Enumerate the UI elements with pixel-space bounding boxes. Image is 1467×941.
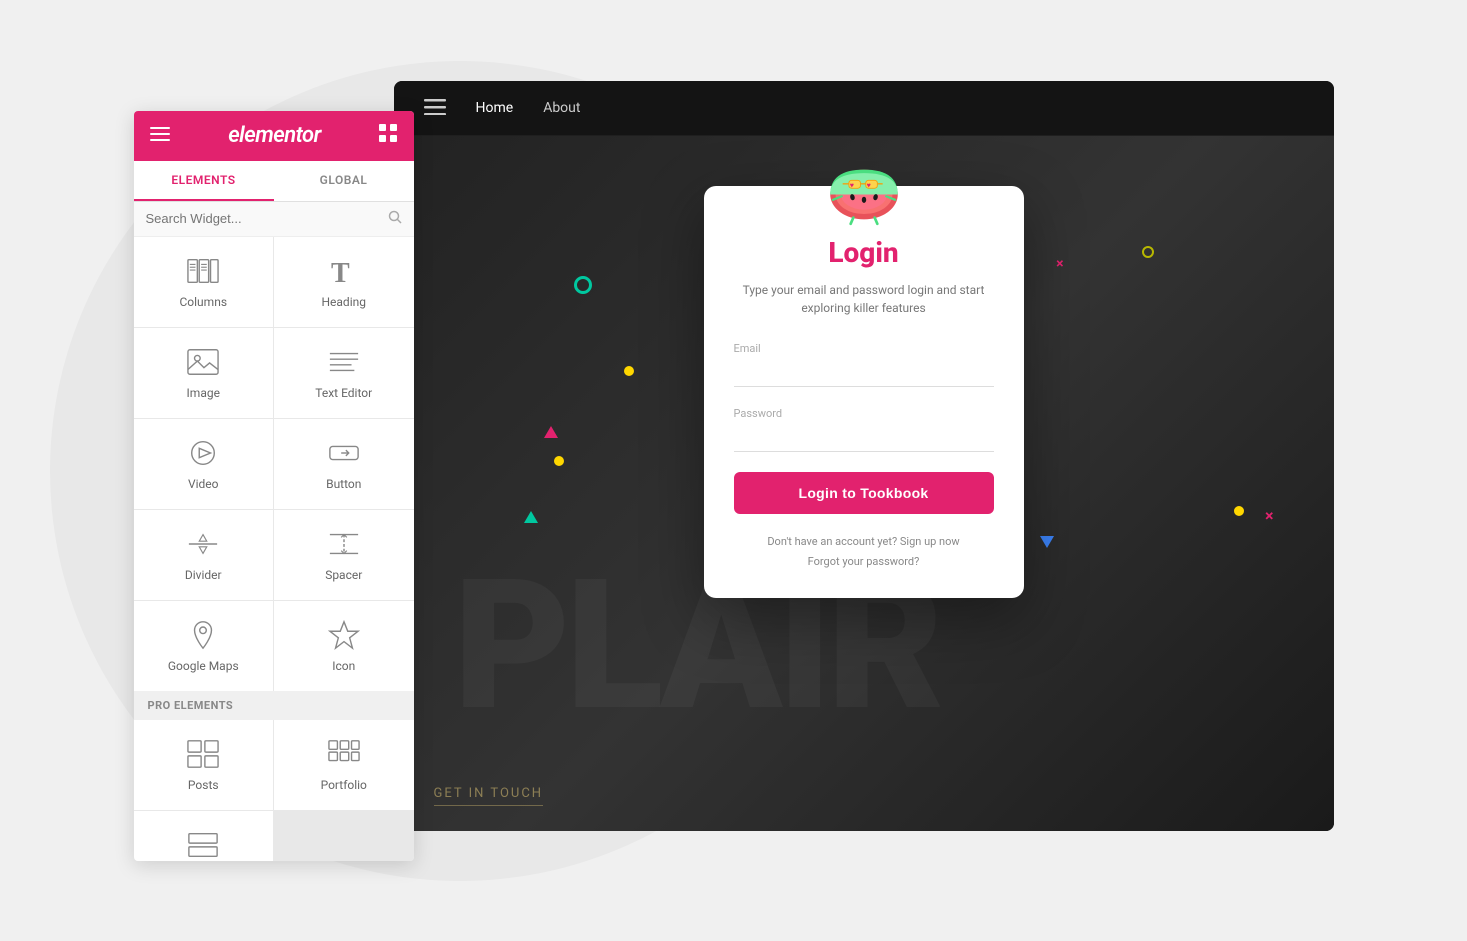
svg-text:T: T <box>331 258 350 287</box>
deco-triangle-blue <box>1040 536 1054 548</box>
get-in-touch: GET IN TOUCH <box>434 786 544 806</box>
widget-icon[interactable]: Icon <box>274 601 414 691</box>
widget-portfolio-label: Portfolio <box>321 778 367 792</box>
widget-button[interactable]: Button <box>274 419 414 509</box>
widget-heading[interactable]: T Heading <box>274 237 414 327</box>
login-button[interactable]: Login to Tookbook <box>734 472 994 514</box>
sidebar-header: elementor <box>134 111 414 161</box>
widget-divider[interactable]: Divider <box>134 510 274 600</box>
navbar-menu-icon[interactable] <box>424 96 446 120</box>
forgot-link[interactable]: Forgot your password? <box>734 552 994 573</box>
button-icon <box>328 437 360 469</box>
login-title: Login <box>734 236 994 269</box>
widget-spacer[interactable]: Spacer <box>274 510 414 600</box>
login-links: Don't have an account yet? Sign up now F… <box>734 532 994 574</box>
pro-elements-label: PRO ELEMENTS <box>134 691 414 720</box>
widget-form[interactable]: Form <box>134 811 274 861</box>
widget-button-label: Button <box>326 477 361 491</box>
grid-icon[interactable] <box>379 124 397 147</box>
widget-google-maps[interactable]: Google Maps <box>134 601 274 691</box>
hero-area: × × × × PLAIR <box>394 136 1334 831</box>
email-input[interactable] <box>734 359 994 387</box>
elementor-sidebar: elementor ELEMENTS GLOBAL <box>134 111 414 861</box>
email-label: Email <box>734 342 994 355</box>
deco-yellow-right <box>1234 506 1244 516</box>
widget-google-maps-label: Google Maps <box>168 659 239 673</box>
widget-image[interactable]: Image <box>134 328 274 418</box>
widget-posts[interactable]: Posts <box>134 720 274 810</box>
widget-text-editor[interactable]: Text Editor <box>274 328 414 418</box>
heading-icon: T <box>328 255 360 287</box>
deco-x-top-right: × <box>1056 256 1063 272</box>
widget-posts-label: Posts <box>188 778 219 792</box>
password-label: Password <box>734 407 994 420</box>
email-field-container: Email <box>734 342 994 387</box>
widget-portfolio[interactable]: Portfolio <box>274 720 414 810</box>
widget-heading-label: Heading <box>321 295 366 309</box>
navbar-links: Home About <box>476 100 581 116</box>
widget-divider-label: Divider <box>185 568 222 582</box>
login-mascot: ♥ ♥ <box>824 161 904 221</box>
widget-icon-label: Icon <box>332 659 355 673</box>
deco-triangle-teal <box>524 511 538 523</box>
website-navbar: Home About <box>394 81 1334 136</box>
navbar-about[interactable]: About <box>543 100 580 116</box>
deco-circle-olive2 <box>1142 246 1154 258</box>
deco-triangle-pink <box>544 426 558 438</box>
menu-icon[interactable] <box>150 125 170 146</box>
svg-text:♥: ♥ <box>849 180 853 189</box>
website-preview: Home About × × × × PLAIR <box>394 81 1334 831</box>
widget-image-label: Image <box>187 386 220 400</box>
password-input[interactable] <box>734 424 994 452</box>
password-field-container: Password <box>734 407 994 452</box>
deco-dot-yellow2 <box>554 456 564 466</box>
deco-x-pink-right: × <box>1265 506 1274 525</box>
form-icon <box>187 829 219 861</box>
tab-elements[interactable]: ELEMENTS <box>134 161 274 201</box>
elementor-logo: elementor <box>228 123 321 148</box>
icon-widget-icon <box>328 619 360 651</box>
login-card: ♥ ♥ Login Type your email and password l… <box>704 186 1024 599</box>
video-icon <box>187 437 219 469</box>
divider-icon <box>187 528 219 560</box>
svg-text:♥: ♥ <box>866 180 870 189</box>
widgets-grid: Columns T Heading <box>134 237 414 691</box>
main-container: elementor ELEMENTS GLOBAL <box>134 81 1334 861</box>
widget-video[interactable]: Video <box>134 419 274 509</box>
deco-circle-teal <box>574 276 592 294</box>
pro-widgets-grid: Posts Portfolio <box>134 720 414 861</box>
google-maps-icon <box>187 619 219 651</box>
portfolio-icon <box>328 738 360 770</box>
widget-columns-label: Columns <box>179 295 227 309</box>
columns-icon <box>187 255 219 287</box>
search-input[interactable] <box>146 211 388 226</box>
search-container <box>134 202 414 237</box>
deco-dot-yellow <box>624 366 634 376</box>
widget-text-editor-label: Text Editor <box>315 386 372 400</box>
login-subtitle: Type your email and password login and s… <box>734 281 994 317</box>
widget-video-label: Video <box>188 477 219 491</box>
tab-global[interactable]: GLOBAL <box>274 161 414 201</box>
spacer-icon <box>328 528 360 560</box>
widget-columns[interactable]: Columns <box>134 237 274 327</box>
navbar-home[interactable]: Home <box>476 100 514 116</box>
posts-icon <box>187 738 219 770</box>
signup-link[interactable]: Don't have an account yet? Sign up now <box>734 532 994 553</box>
sidebar-tabs: ELEMENTS GLOBAL <box>134 161 414 202</box>
search-icon <box>388 210 402 228</box>
image-icon <box>187 346 219 378</box>
text-editor-icon <box>328 346 360 378</box>
widget-spacer-label: Spacer <box>325 568 362 582</box>
